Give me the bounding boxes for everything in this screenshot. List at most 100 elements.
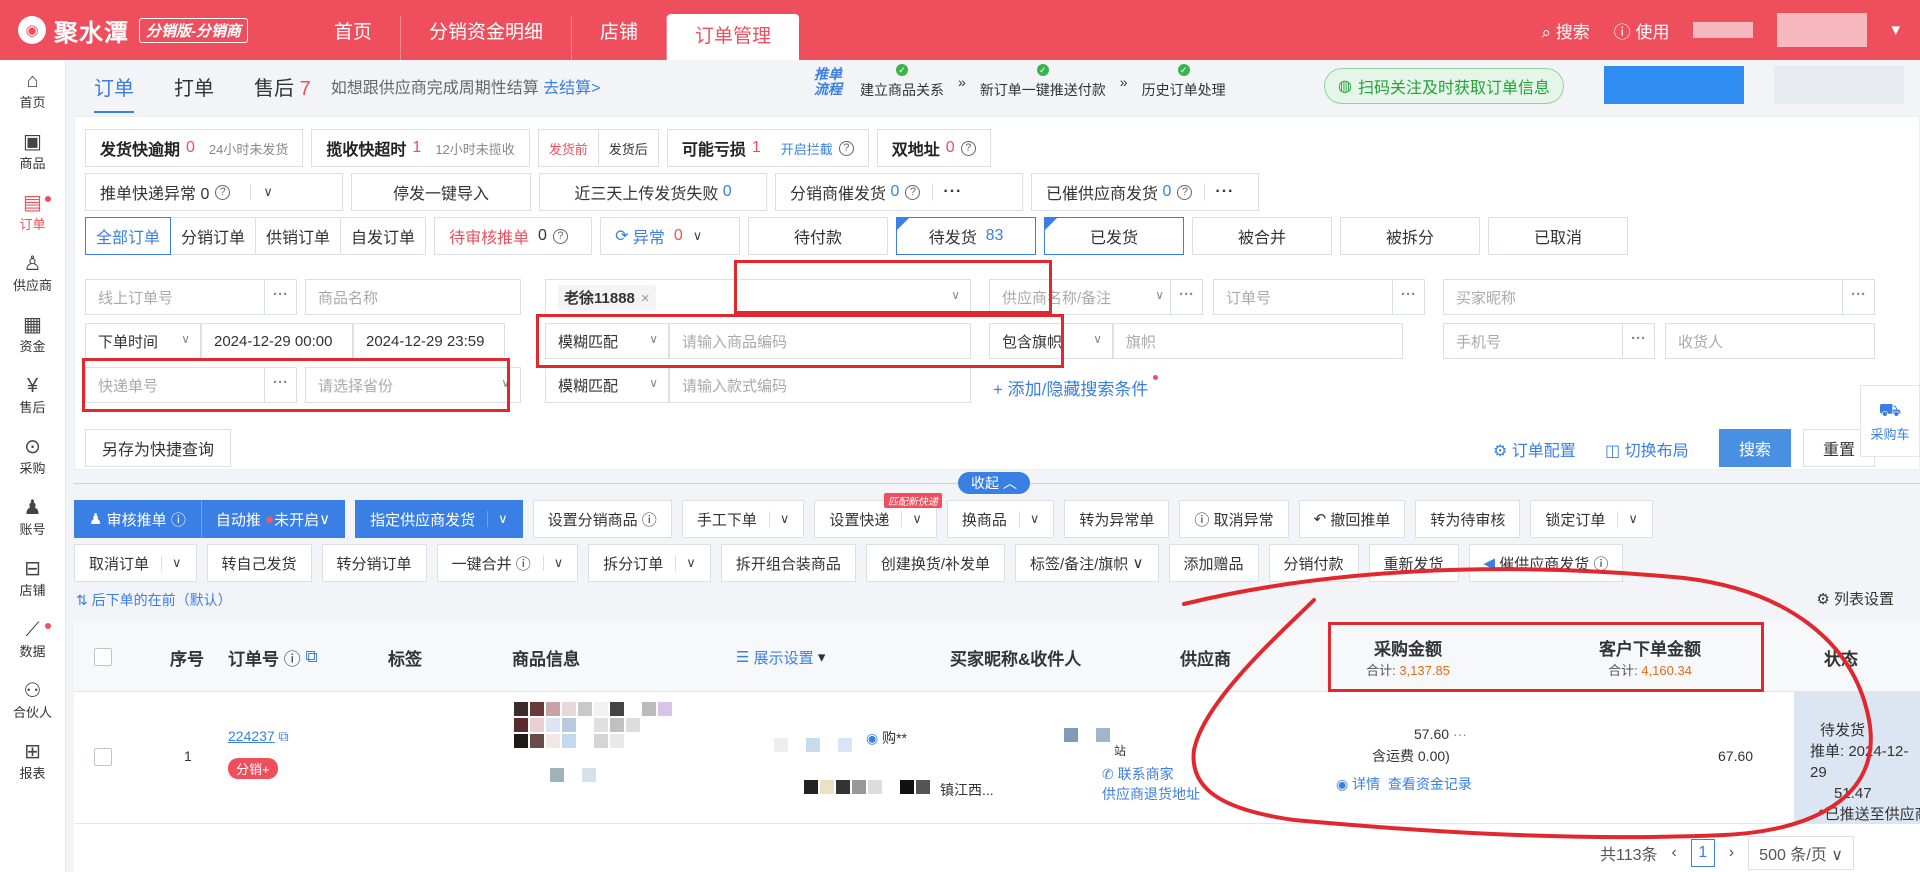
- cancel-order-button[interactable]: 取消订单 ∨: [74, 544, 197, 582]
- chevron-down-icon[interactable]: ∨: [1018, 511, 1039, 527]
- save-quick-query-button[interactable]: 另存为快捷查询: [85, 429, 231, 467]
- sidebar-item-data[interactable]: ⟋ 数据: [0, 609, 65, 670]
- product-name-input[interactable]: 商品名称: [305, 279, 521, 315]
- flow-step[interactable]: ✓ 建立商品关系: [860, 64, 944, 100]
- more-icon[interactable]: ···: [1842, 280, 1874, 314]
- set-distribution-product-button[interactable]: 设置分销商品 ⓘ: [532, 500, 672, 538]
- next-page-icon[interactable]: ›: [1729, 844, 1734, 862]
- distributor-urge-filter[interactable]: 分销商催发货 0? ···: [775, 173, 1023, 211]
- sidebar-item-partner[interactable]: ⚇ 合伙人: [0, 670, 65, 731]
- help-icon[interactable]: ?: [905, 184, 921, 200]
- order-config-link[interactable]: ⚙ 订单配置: [1493, 437, 1576, 461]
- more-icon[interactable]: ···: [1204, 183, 1234, 201]
- help-icon[interactable]: ?: [215, 184, 231, 200]
- purchase-cart-float[interactable]: ⛟ 采购车: [1860, 385, 1920, 457]
- auto-push-toggle[interactable]: 自动推 ● 未开启 ∨: [200, 500, 346, 538]
- help-icon[interactable]: ?: [1177, 184, 1193, 200]
- display-setting-dropdown[interactable]: ☰ 展示设置 ▾: [736, 622, 825, 692]
- sidebar-item-shop[interactable]: ⊟ 店铺: [0, 548, 65, 609]
- tab-after-sale[interactable]: 售后 7: [254, 72, 311, 101]
- nav-shop[interactable]: 店铺: [572, 16, 668, 60]
- chevron-down-icon[interactable]: ∨: [161, 555, 182, 571]
- status-tab-pending-review[interactable]: 待审核推单 0?: [434, 217, 593, 255]
- enable-intercept-link[interactable]: 开启拦截: [781, 139, 833, 158]
- more-icon[interactable]: ···: [1622, 324, 1654, 358]
- tag-note-flag-button[interactable]: 标签/备注/旗帜 ∨: [1015, 544, 1159, 582]
- status-tab-self-ship[interactable]: 自发订单: [341, 217, 427, 255]
- status-tab-merged[interactable]: 被合并: [1192, 217, 1333, 255]
- more-icon[interactable]: ···: [1392, 280, 1424, 314]
- status-tab-to-ship[interactable]: 待发货 83: [896, 217, 1037, 255]
- sidebar-item-products[interactable]: ▣ 商品: [0, 121, 65, 182]
- chevron-down-icon[interactable]: ∨: [250, 184, 273, 200]
- redacted-avatar[interactable]: [1777, 13, 1868, 47]
- chevron-down-icon[interactable]: ∨: [1617, 511, 1638, 527]
- fuzzy-match-select-2[interactable]: 模糊匹配 ∨: [545, 367, 669, 403]
- dual-address-filter[interactable]: 双地址 0?: [876, 129, 991, 167]
- chevron-down-icon[interactable]: ∨: [675, 555, 696, 571]
- sidebar-item-purchase[interactable]: ⊙ 采购: [0, 426, 65, 487]
- more-icon[interactable]: ···: [1170, 280, 1202, 314]
- sidebar-item-suppliers[interactable]: ♙ 供应商: [0, 243, 65, 304]
- split-order-button[interactable]: 拆分订单 ∨: [588, 544, 711, 582]
- one-click-merge-button[interactable]: 一键合并 ⓘ ∨: [436, 544, 579, 582]
- more-icon[interactable]: ···: [264, 280, 296, 314]
- set-express-button[interactable]: 匹配新快递 设置快递 ∨: [814, 493, 942, 538]
- contact-merchant-link[interactable]: ✆ 联系商家: [1102, 764, 1174, 784]
- settlement-link[interactable]: 去结算>: [543, 80, 600, 97]
- chevron-down-icon[interactable]: ▾: [1891, 20, 1900, 40]
- chevron-down-icon[interactable]: ∨: [693, 228, 703, 244]
- chevron-down-icon[interactable]: ∨: [901, 511, 922, 527]
- more-icon[interactable]: ···: [932, 183, 962, 201]
- search-submit-button[interactable]: 搜索: [1719, 429, 1791, 467]
- switch-layout-link[interactable]: ◫ 切换布局: [1605, 437, 1689, 461]
- sidebar-item-home[interactable]: ⌂ 首页: [0, 60, 65, 121]
- qr-follow-tip[interactable]: ◍ 扫码关注及时获取订单信息: [1324, 68, 1564, 104]
- online-order-no-input[interactable]: 线上订单号 ···: [85, 279, 297, 315]
- order-no-input[interactable]: 订单号 ···: [1213, 279, 1425, 315]
- page-size-select[interactable]: 500 条/页 ∨: [1748, 836, 1854, 870]
- add-search-condition-link[interactable]: + 添加/隐藏搜索条件: [993, 375, 1159, 400]
- upload-fail-filter[interactable]: 近三天上传发货失败 0: [539, 173, 767, 211]
- help-icon[interactable]: ?: [838, 140, 854, 156]
- brand-logo[interactable]: ◉ 聚水潭 分销版-分销商: [18, 13, 278, 48]
- end-time-input[interactable]: 2024-12-29 23:59: [353, 323, 505, 359]
- status-tab-all[interactable]: 全部订单: [85, 217, 172, 255]
- sidebar-item-orders[interactable]: ▤ 订单: [0, 182, 65, 243]
- status-tab-unpaid[interactable]: 待付款: [748, 217, 889, 255]
- tab-print[interactable]: 打单: [174, 72, 214, 101]
- ship-overdue-filter[interactable]: 发货快逾期 0 24小时未发货: [85, 129, 304, 167]
- flow-step[interactable]: ✓ 新订单一键推送付款: [980, 64, 1106, 100]
- tab-order[interactable]: 订单: [94, 72, 134, 113]
- search-button[interactable]: ⌕ 搜索: [1541, 18, 1589, 43]
- status-tab-cancelled[interactable]: 已取消: [1488, 217, 1629, 255]
- chevron-down-icon[interactable]: ∨: [768, 511, 789, 527]
- copy-icon[interactable]: ⧉: [279, 728, 289, 744]
- phone-input[interactable]: 手机号 ···: [1443, 323, 1655, 359]
- before-ship-toggle[interactable]: 发货前: [537, 129, 599, 167]
- help-icon[interactable]: ⓘ: [284, 645, 301, 670]
- stop-ship-import-button[interactable]: 停发一键导入: [351, 173, 531, 211]
- flow-step[interactable]: ✓ 历史订单处理: [1142, 64, 1226, 100]
- row-checkbox[interactable]: [94, 748, 112, 766]
- help-icon[interactable]: ?: [552, 228, 568, 244]
- sort-hint[interactable]: ⇅ 后下单的在前（默认）: [76, 590, 232, 610]
- time-type-select[interactable]: 下单时间 ∨: [85, 323, 201, 359]
- select-all-checkbox[interactable]: [94, 622, 112, 692]
- status-tab-abnormal[interactable]: ⟳ 异常 0 ∨: [600, 217, 741, 255]
- status-tab-distribution[interactable]: 分销订单: [171, 217, 257, 255]
- chevron-down-icon[interactable]: ∨: [542, 555, 563, 571]
- prev-page-icon[interactable]: ‹: [1672, 844, 1677, 862]
- copy-icon[interactable]: ⧉: [305, 647, 317, 667]
- status-tab-split[interactable]: 被拆分: [1340, 217, 1481, 255]
- manual-order-button[interactable]: 手工下单 ∨: [681, 500, 805, 538]
- pickup-timeout-filter[interactable]: 揽收快超时 1 12小时未揽收: [311, 129, 530, 167]
- supplier-urged-filter[interactable]: 已催供应商发货 0? ···: [1031, 173, 1259, 211]
- flag-select[interactable]: 旗帜: [1113, 323, 1403, 359]
- start-time-input[interactable]: 2024-12-29 00:00: [201, 323, 353, 359]
- help-button[interactable]: ⓘ 使用: [1614, 18, 1670, 43]
- review-push-button[interactable]: ♟ 审核推单 ⓘ: [74, 500, 201, 538]
- sidebar-item-account[interactable]: ♟ 账号: [0, 487, 65, 548]
- close-icon[interactable]: ×: [641, 290, 650, 307]
- status-tab-shipped[interactable]: 已发货: [1044, 217, 1185, 255]
